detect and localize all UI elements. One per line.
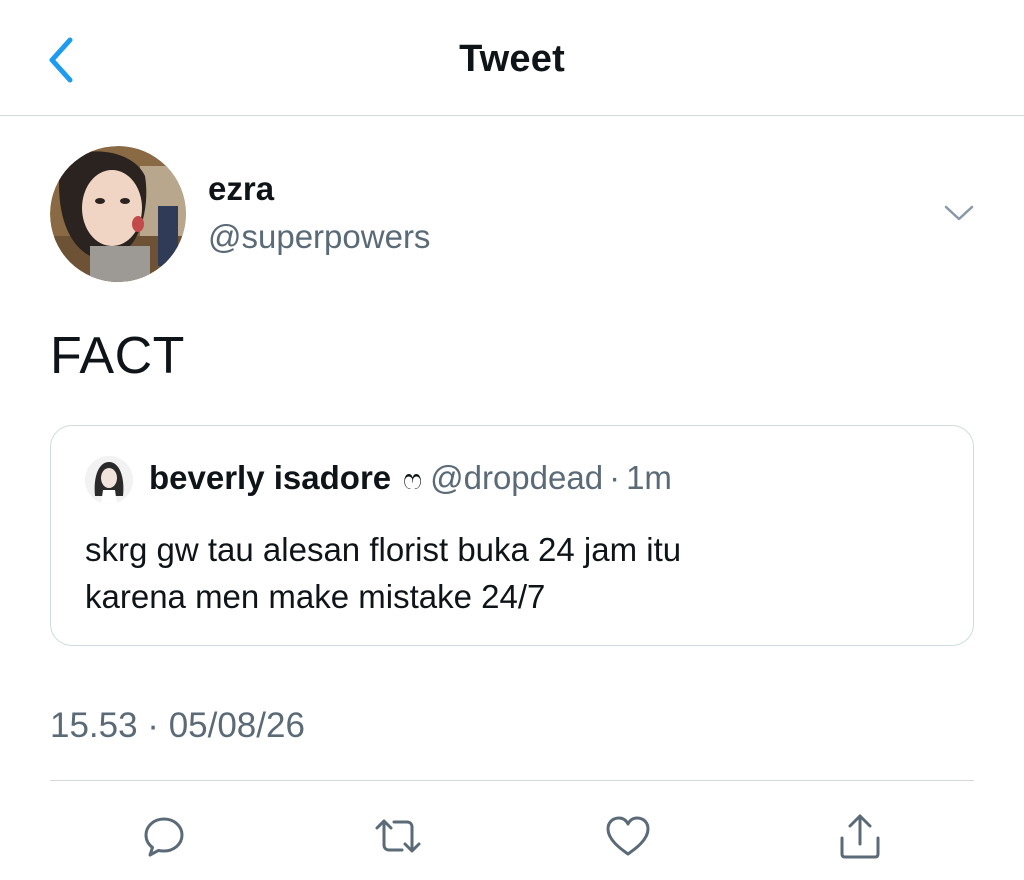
quoted-author-emoji: ෆ (403, 464, 423, 495)
retweet-icon (375, 819, 421, 853)
like-icon (606, 816, 650, 856)
page-title: Tweet (459, 38, 565, 80)
author-name[interactable]: ezra (208, 170, 274, 208)
share-button[interactable] (832, 808, 888, 864)
quoted-tweet-card[interactable]: beverly isadore ෆ @dropdead · 1m skrg gw… (50, 425, 974, 646)
retweet-button[interactable] (370, 808, 426, 864)
quoted-time: 1m (626, 459, 672, 496)
share-icon (840, 814, 880, 859)
quoted-author-name: beverly isadore (149, 459, 392, 496)
divider (50, 780, 974, 781)
tweet-text: FACT (50, 327, 185, 385)
tweet-timestamp: 15.53 · 05/08/26 (50, 706, 305, 745)
author-avatar[interactable] (50, 146, 186, 282)
quoted-text-line: skrg gw tau alesan florist buka 24 jam i… (85, 531, 682, 568)
tweet-options-button[interactable] (942, 200, 976, 226)
reply-button[interactable] (136, 808, 192, 864)
tweet-detail-screen: Tweet ezra @superpowers FACT beverly isa… (0, 0, 1024, 880)
chevron-down-icon (944, 205, 974, 221)
quoted-tweet-text: skrg gw tau alesan florist buka 24 jam i… (85, 526, 945, 620)
author-handle[interactable]: @superpowers (208, 218, 430, 256)
quoted-tweet-header: beverly isadore ෆ @dropdead · 1m (149, 459, 672, 497)
avatar-photo-icon (50, 146, 186, 282)
like-button[interactable] (600, 808, 656, 864)
reply-icon (144, 817, 184, 857)
quoted-separator: · (609, 459, 621, 496)
top-nav-bar: Tweet (0, 0, 1024, 116)
quoted-author-avatar (85, 456, 133, 504)
quoted-author-handle: @dropdead (430, 459, 604, 496)
quoted-text-line: karena men make mistake 24/7 (85, 578, 546, 615)
avatar-photo-icon (85, 456, 133, 504)
